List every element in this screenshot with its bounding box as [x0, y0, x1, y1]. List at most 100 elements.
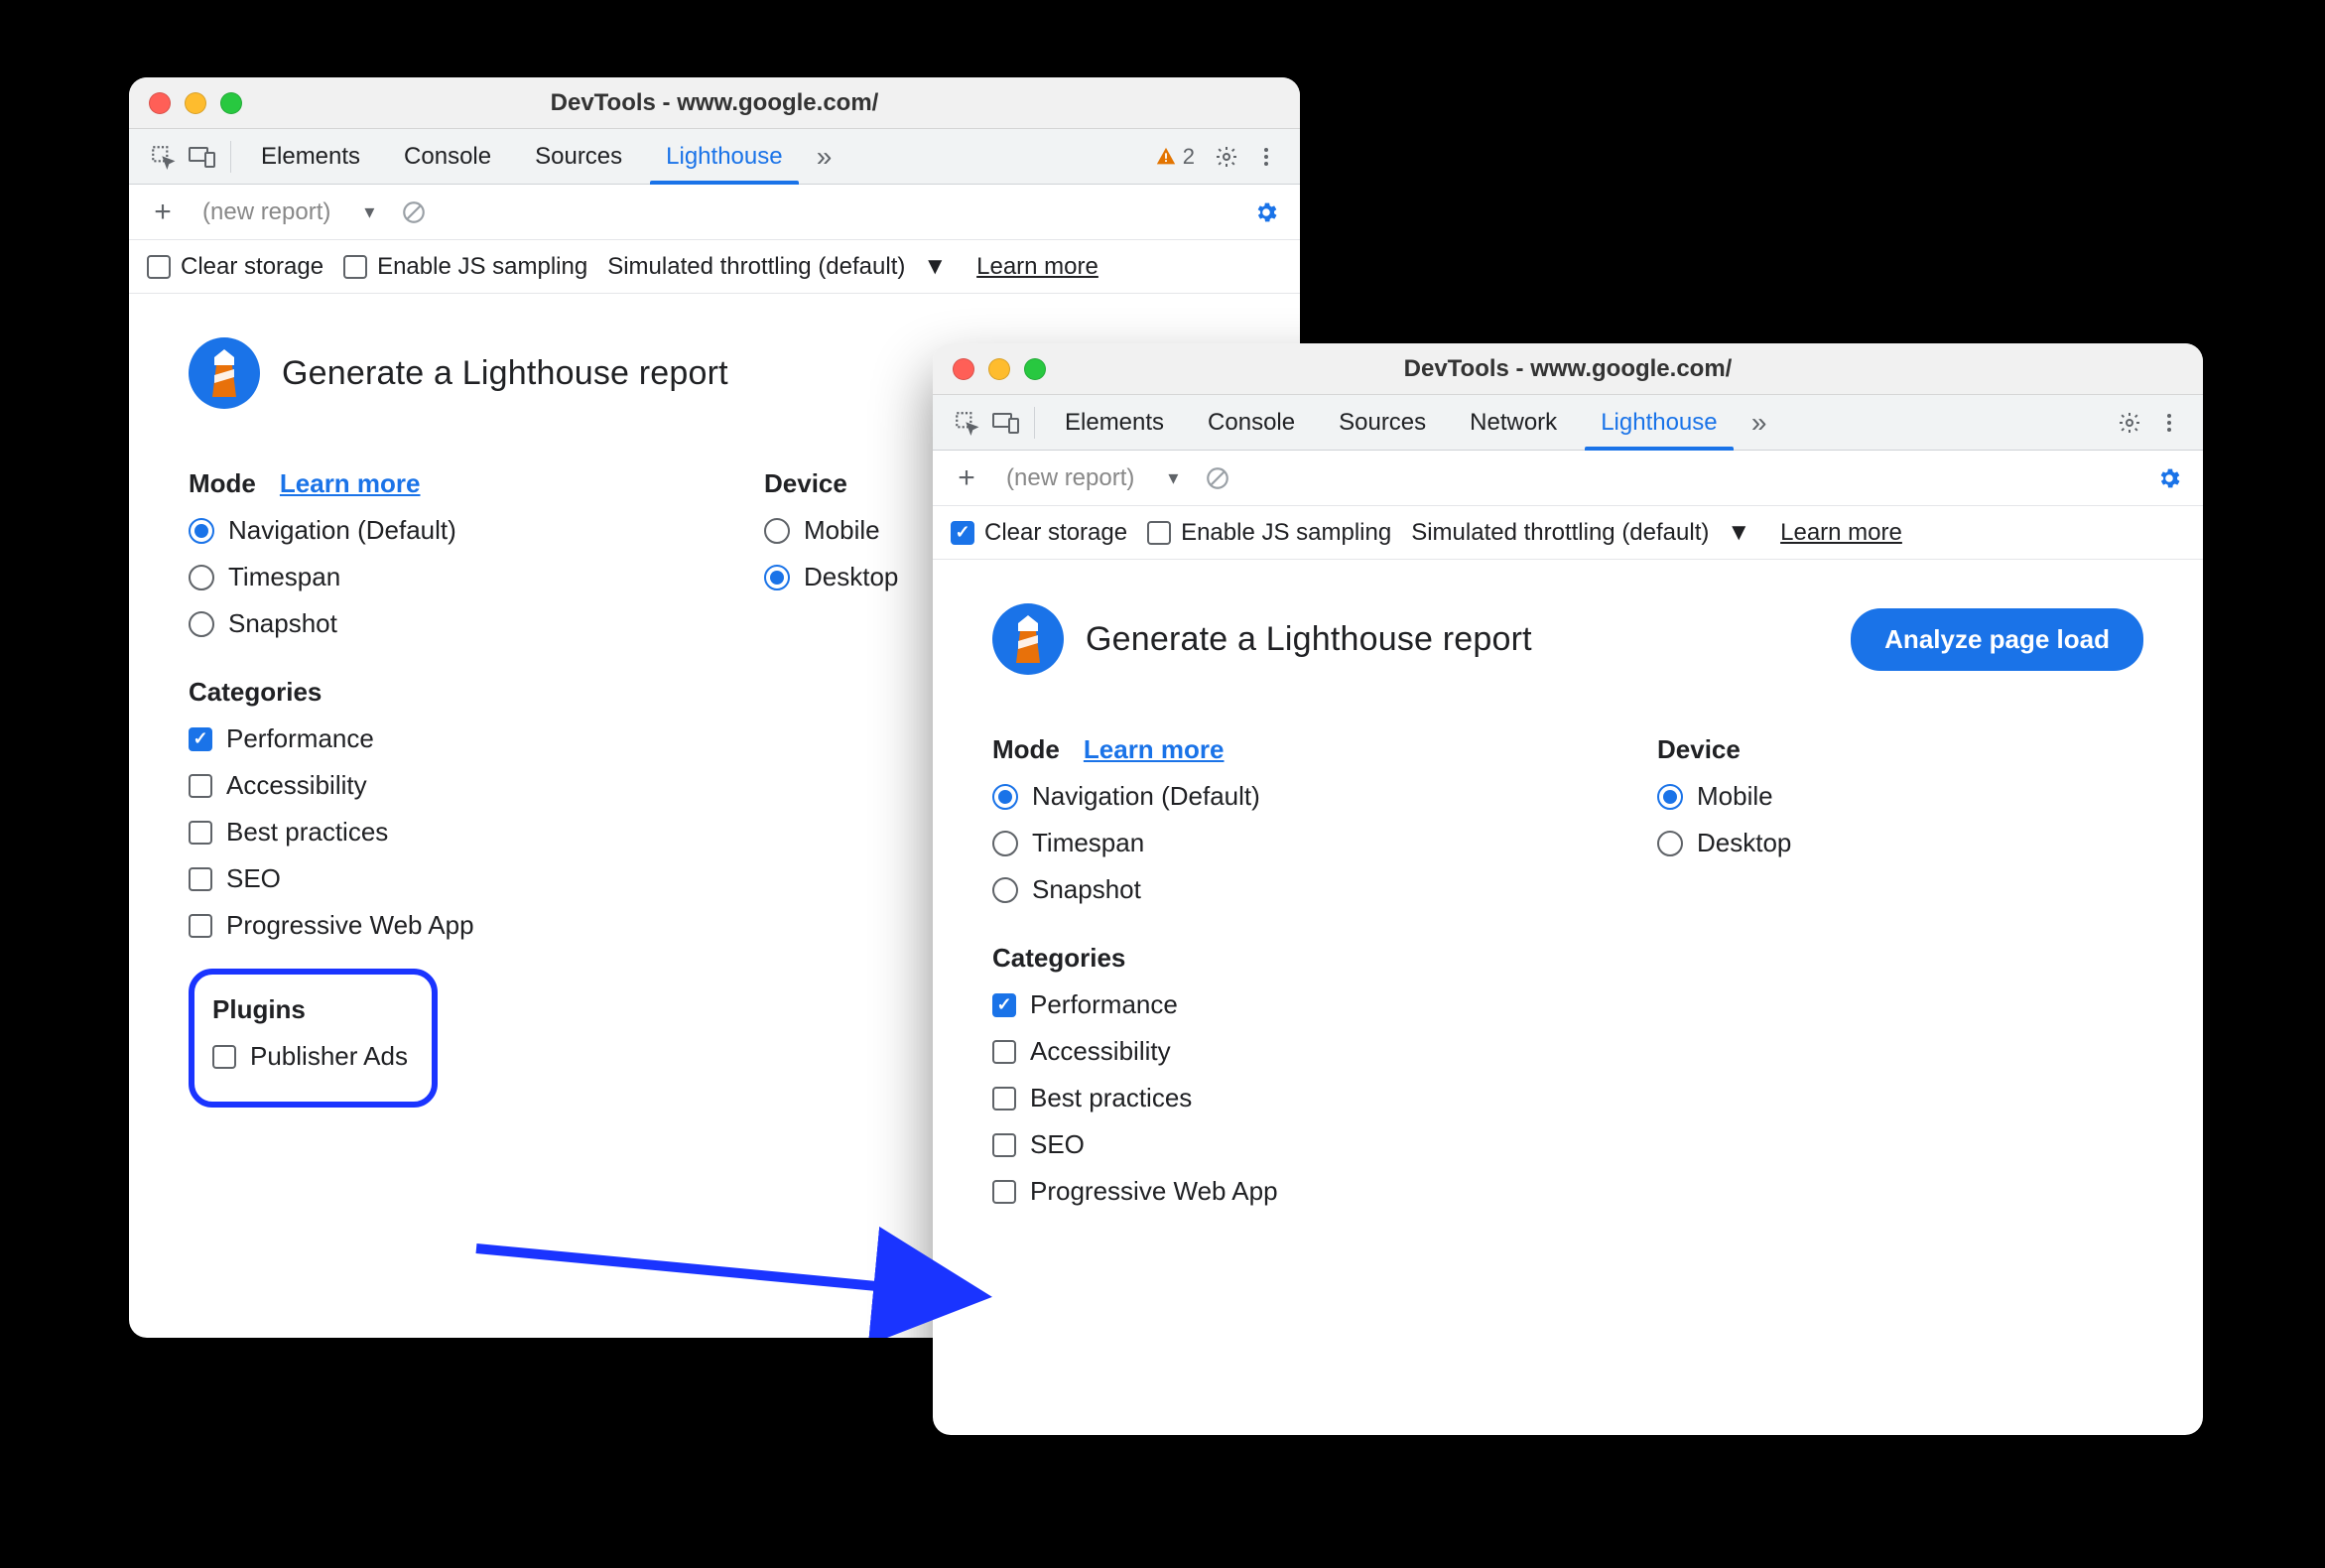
plugin-publisher-ads[interactable]: Publisher Ads — [212, 1041, 408, 1072]
category-best-practices[interactable]: Best practices — [992, 1083, 1409, 1113]
enable-js-checkbox[interactable]: Enable JS sampling — [1147, 519, 1391, 547]
category-seo[interactable]: SEO — [992, 1129, 1409, 1160]
throttling-dropdown[interactable]: Simulated throttling (default) ▼ — [1411, 519, 1760, 547]
category-accessibility[interactable]: Accessibility — [992, 1036, 1409, 1067]
traffic-lights — [933, 358, 1046, 380]
chevron-down-icon: ▾ — [364, 199, 374, 224]
window-title: DevTools - www.google.com/ — [129, 89, 1300, 117]
inspect-icon[interactable] — [143, 137, 183, 177]
close-icon[interactable] — [953, 358, 974, 380]
options-bar: Clear storage Enable JS sampling Simulat… — [933, 506, 2203, 560]
enable-js-label: Enable JS sampling — [1181, 519, 1391, 547]
device-toolbar-icon[interactable] — [183, 137, 222, 177]
tab-network[interactable]: Network — [1448, 395, 1579, 451]
titlebar: DevTools - www.google.com/ — [129, 77, 1300, 129]
zoom-icon[interactable] — [1024, 358, 1046, 380]
tab-console[interactable]: Console — [382, 129, 513, 185]
report-dropdown-label: (new report) — [202, 198, 330, 226]
report-dropdown-label: (new report) — [1006, 464, 1134, 492]
enable-js-checkbox[interactable]: Enable JS sampling — [343, 253, 587, 281]
lighthouse-settings-icon[interactable] — [2149, 458, 2189, 498]
tab-elements[interactable]: Elements — [1043, 395, 1186, 451]
chevron-down-icon: ▾ — [1168, 465, 1178, 490]
throttling-label: Simulated throttling (default) — [1411, 519, 1709, 547]
warning-count: 2 — [1183, 144, 1195, 170]
mode-option-snapshot[interactable]: Snapshot — [992, 874, 1409, 905]
traffic-lights — [129, 92, 242, 114]
new-report-icon[interactable]: + — [947, 458, 986, 498]
category-performance[interactable]: Performance — [992, 989, 1409, 1020]
panel-heading: Generate a Lighthouse report — [282, 354, 728, 393]
category-best-practices[interactable]: Best practices — [189, 817, 605, 848]
minimize-icon[interactable] — [988, 358, 1010, 380]
tab-lighthouse[interactable]: Lighthouse — [1579, 395, 1739, 451]
titlebar: DevTools - www.google.com/ — [933, 343, 2203, 395]
warning-icon — [1155, 146, 1177, 168]
mode-column: Mode Learn more Navigation (Default) Tim… — [992, 717, 1409, 1223]
more-tabs-icon[interactable]: » — [805, 137, 844, 177]
clear-icon[interactable] — [394, 193, 434, 232]
mode-option-timespan[interactable]: Timespan — [992, 828, 1409, 858]
clear-storage-label: Clear storage — [181, 253, 323, 281]
mode-heading: Mode — [992, 734, 1060, 765]
mode-option-navigation[interactable]: Navigation (Default) — [992, 781, 1409, 812]
clear-icon[interactable] — [1198, 458, 1237, 498]
tab-elements[interactable]: Elements — [239, 129, 382, 185]
device-option-mobile[interactable]: Mobile — [764, 515, 898, 546]
device-toolbar-icon[interactable] — [986, 403, 1026, 443]
mode-option-navigation[interactable]: Navigation (Default) — [189, 515, 605, 546]
panel-heading: Generate a Lighthouse report — [1086, 620, 1532, 659]
device-option-desktop[interactable]: Desktop — [764, 562, 898, 592]
mode-learn-more-link[interactable]: Learn more — [280, 468, 421, 499]
clear-storage-checkbox[interactable]: Clear storage — [951, 519, 1127, 547]
close-icon[interactable] — [149, 92, 171, 114]
new-report-icon[interactable]: + — [143, 193, 183, 232]
lighthouse-panel: Generate a Lighthouse report Analyze pag… — [933, 560, 2203, 1272]
category-seo[interactable]: SEO — [189, 863, 605, 894]
learn-more-link[interactable]: Learn more — [976, 253, 1098, 281]
settings-icon[interactable] — [1207, 137, 1246, 177]
category-pwa[interactable]: Progressive Web App — [189, 910, 605, 941]
warning-badge[interactable]: 2 — [1155, 144, 1195, 170]
device-heading: Device — [1657, 734, 1741, 765]
categories-heading: Categories — [992, 943, 1125, 974]
device-option-desktop[interactable]: Desktop — [1657, 828, 1791, 858]
analyze-button[interactable]: Analyze page load — [1851, 608, 2143, 671]
chevron-down-icon: ▼ — [923, 253, 947, 281]
kebab-menu-icon[interactable] — [2149, 403, 2189, 443]
category-pwa[interactable]: Progressive Web App — [992, 1176, 1409, 1207]
tabstrip: Elements Console Sources Network Lightho… — [933, 395, 2203, 451]
settings-icon[interactable] — [2110, 403, 2149, 443]
report-dropdown[interactable]: (new report) ▾ — [998, 464, 1186, 492]
category-performance[interactable]: Performance — [189, 723, 605, 754]
mode-learn-more-link[interactable]: Learn more — [1084, 734, 1225, 765]
lighthouse-settings-icon[interactable] — [1246, 193, 1286, 232]
minimize-icon[interactable] — [185, 92, 206, 114]
lighthouse-logo-icon — [992, 603, 1064, 675]
tab-sources[interactable]: Sources — [1317, 395, 1448, 451]
report-dropdown[interactable]: (new report) ▾ — [194, 198, 382, 226]
window-title: DevTools - www.google.com/ — [933, 355, 2203, 383]
learn-more-link[interactable]: Learn more — [1780, 519, 1902, 547]
device-column: Device Mobile Desktop — [1657, 717, 1791, 1223]
mode-option-snapshot[interactable]: Snapshot — [189, 608, 605, 639]
category-accessibility[interactable]: Accessibility — [189, 770, 605, 801]
zoom-icon[interactable] — [220, 92, 242, 114]
categories-heading: Categories — [189, 677, 322, 708]
throttling-dropdown[interactable]: Simulated throttling (default) ▼ — [607, 253, 957, 281]
more-tabs-icon[interactable]: » — [1740, 403, 1779, 443]
device-heading: Device — [764, 468, 847, 499]
lighthouse-logo-icon — [189, 337, 260, 409]
mode-heading: Mode — [189, 468, 256, 499]
inspect-icon[interactable] — [947, 403, 986, 443]
plugins-heading: Plugins — [212, 994, 306, 1025]
options-bar: Clear storage Enable JS sampling Simulat… — [129, 240, 1300, 294]
clear-storage-checkbox[interactable]: Clear storage — [147, 253, 323, 281]
tab-sources[interactable]: Sources — [513, 129, 644, 185]
tab-console[interactable]: Console — [1186, 395, 1317, 451]
device-option-mobile[interactable]: Mobile — [1657, 781, 1791, 812]
devtools-window-after: DevTools - www.google.com/ Elements Cons… — [933, 343, 2203, 1435]
tab-lighthouse[interactable]: Lighthouse — [644, 129, 804, 185]
kebab-menu-icon[interactable] — [1246, 137, 1286, 177]
mode-option-timespan[interactable]: Timespan — [189, 562, 605, 592]
